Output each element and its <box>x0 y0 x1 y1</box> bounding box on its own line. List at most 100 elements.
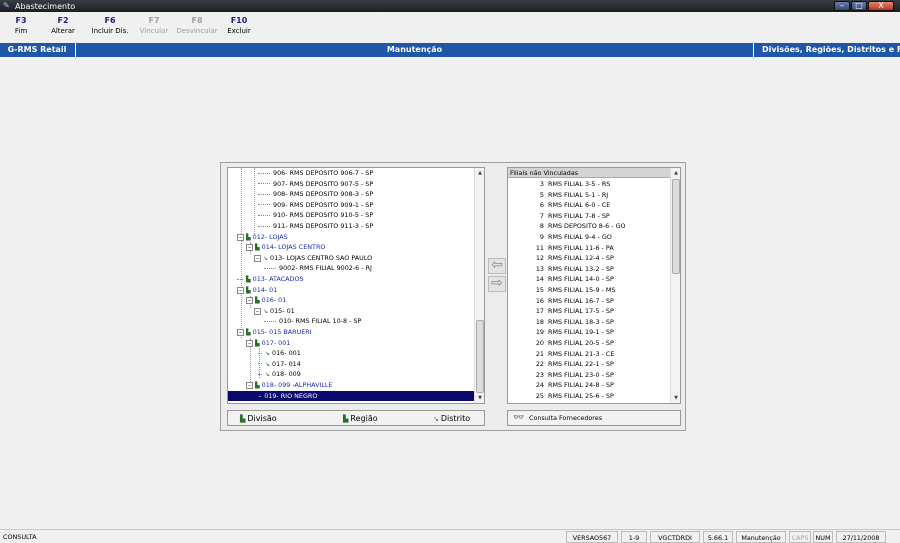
fim-button[interactable]: F3 Fim <box>4 12 38 42</box>
list-item[interactable]: 12 RMS FILIAL 12-4 - SP <box>508 253 614 264</box>
collapse-toggle[interactable]: – <box>246 382 253 389</box>
tree-node-distrito[interactable]: ↘ 018- 009 <box>258 369 301 380</box>
move-left-arrow-icon[interactable]: ⇦ <box>488 258 506 274</box>
list-item-name: RMS FILIAL 21-3 - CE <box>548 349 615 358</box>
legend-distrito: ↘ Distrito <box>433 413 470 425</box>
tree-node-divisao[interactable]: – ▙ 012- LOJAS <box>237 232 288 243</box>
status-version: VERSAO567 <box>566 531 618 543</box>
legend-divisao: ▙ Divisão <box>240 413 277 425</box>
unlinked-branches-list[interactable]: Filiais não Vinculadas 3 RMS FILIAL 3-5 -… <box>507 167 681 404</box>
tree-node[interactable]: 909- RMS DEPOSITO 909-1 - SP <box>258 200 373 211</box>
move-right-arrow-icon[interactable]: ⇨ <box>488 276 506 292</box>
tree-node-distrito[interactable]: ↘ 016- 001 <box>258 348 301 359</box>
tree-node[interactable]: 911- RMS DEPOSITO 911-3 - SP <box>258 221 373 232</box>
list-item[interactable]: 25 RMS FILIAL 25-6 - SP <box>508 391 614 402</box>
collapse-toggle[interactable]: – <box>254 254 261 262</box>
tree-node[interactable]: 906- RMS DEPOSITO 906-7 - SP <box>258 168 373 179</box>
tree-node-label: 017- 014 <box>272 359 301 368</box>
list-item-name: RMS FILIAL 22-1 - SP <box>548 360 614 369</box>
fkey-text: Incluir Dis. <box>91 27 129 35</box>
hierarchy-tree[interactable]: 906- RMS DEPOSITO 906-7 - SP 907- RMS DE… <box>227 167 485 404</box>
collapse-toggle[interactable]: – <box>246 339 253 347</box>
tree-node-label: 017- 001 <box>261 338 291 347</box>
tree-node-label: 019- RIO NEGRO <box>264 391 318 400</box>
list-item[interactable]: 24 RMS FILIAL 24-8 - SP <box>508 380 614 391</box>
tree-node-distrito[interactable]: – ↘ 013- LOJAS CENTRO SAO PAULO <box>254 253 372 264</box>
tree-node-divisao[interactable]: – ▙ 015- 015 BARUERI <box>237 327 312 338</box>
list-item[interactable]: 7 RMS FILIAL 7-8 - SP <box>508 211 610 222</box>
tree-node-divisao[interactable]: – ▙ 014- 01 <box>237 285 277 296</box>
list-item-name: RMS FILIAL 25-6 - SP <box>548 392 614 400</box>
collapse-toggle[interactable]: – <box>246 244 253 252</box>
scroll-up-icon[interactable]: ▲ <box>475 168 484 178</box>
fkey-text: Vincular <box>139 27 169 35</box>
tree-node[interactable]: 9002- RMS FILIAL 9002-6 - RJ <box>264 263 372 274</box>
close-button[interactable]: X <box>868 1 894 11</box>
vincular-button[interactable]: F7 Vincular <box>132 12 176 42</box>
list-item-name: RMS FILIAL 13-2 - SP <box>548 264 614 273</box>
header-divider <box>753 43 754 57</box>
collapse-toggle[interactable]: – <box>237 329 244 336</box>
status-mode: CONSULTA <box>3 533 37 541</box>
list-item[interactable]: 14 RMS FILIAL 14-0 - SP <box>508 274 614 285</box>
tree-node-regiao[interactable]: – ▙ 017- 001 <box>246 338 290 349</box>
legend-divisao-label: Divisão <box>247 414 277 423</box>
list-item[interactable]: 19 RMS FILIAL 19-1 - SP <box>508 327 614 338</box>
list-item[interactable]: 3 RMS FILIAL 3-5 - RS <box>508 179 610 190</box>
collapse-toggle[interactable]: – <box>237 286 244 294</box>
list-item-name: RMS FILIAL 9-4 - GO <box>548 233 612 241</box>
list-scrollbar[interactable]: ▲ ▼ <box>670 168 680 403</box>
tree-node[interactable]: 907- RMS DEPOSITO 907-5 - SP <box>258 179 373 190</box>
scroll-down-icon[interactable]: ▼ <box>475 393 484 403</box>
list-item[interactable]: 20 RMS FILIAL 20-5 - SP <box>508 338 614 349</box>
tree-node-regiao[interactable]: – ▙ 018- 099 -ALPHAVILLE <box>246 380 333 391</box>
tree-node-regiao[interactable]: – ▙ 014- LOJAS CENTRO <box>246 242 325 253</box>
tree-node-regiao[interactable]: – ▙ 016- 01 <box>246 295 286 306</box>
list-item[interactable]: 16 RMS FILIAL 16-7 - SP <box>508 296 614 307</box>
binoculars-icon: 👓 <box>513 413 525 423</box>
scroll-thumb[interactable] <box>672 179 680 274</box>
tree-node-label: 018- 009 <box>272 370 301 379</box>
collapse-toggle[interactable]: – <box>246 297 253 305</box>
minimize-button[interactable]: – <box>834 1 850 11</box>
list-item[interactable]: 15 RMS FILIAL 15-9 - MS <box>508 285 616 296</box>
list-item[interactable]: 18 RMS FILIAL 18-3 - SP <box>508 317 614 328</box>
list-item[interactable]: 6 RMS FILIAL 6-0 - CE <box>508 200 610 211</box>
header-title: Manutenção <box>386 45 443 54</box>
tree-node-divisao[interactable]: ▙ 013- ATACADOS <box>237 274 304 285</box>
tree-node-selected[interactable]: –019- RIO NEGRO <box>228 390 476 402</box>
alterar-button[interactable]: F2 Alterar <box>38 12 88 42</box>
status-bar: CONSULTA VERSAO567 1-9 VGCTDRDI 5.66.1 M… <box>0 529 900 543</box>
collapse-toggle[interactable]: – <box>254 307 261 315</box>
list-item[interactable]: 5 RMS FILIAL 5-1 - RJ <box>508 190 608 201</box>
fkey-label: F10 <box>230 16 248 25</box>
fkey-text: Alterar <box>51 27 75 35</box>
list-item[interactable]: 8 RMS DEPOSITO 8-6 - GO <box>508 221 626 232</box>
tree-node[interactable]: 010- RMS FILIAL 10-8 - SP <box>264 316 361 327</box>
scroll-thumb[interactable] <box>476 320 484 393</box>
list-item[interactable]: 9 RMS FILIAL 9-4 - GO <box>508 232 612 243</box>
list-item[interactable]: 21 RMS FILIAL 21-3 - CE <box>508 349 615 360</box>
tree-scrollbar[interactable]: ▲ ▼ <box>474 168 484 403</box>
incluir-dis-button[interactable]: F6 Incluir Dis. <box>88 12 132 42</box>
list-item[interactable]: 11 RMS FILIAL 11-6 - PA <box>508 243 614 254</box>
scroll-up-icon[interactable]: ▲ <box>671 168 680 178</box>
list-item[interactable]: 23 RMS FILIAL 23-0 - SP <box>508 370 614 381</box>
tree-node[interactable]: 910- RMS DEPOSITO 910-5 - SP <box>258 210 373 221</box>
collapse-toggle[interactable]: – <box>237 233 244 241</box>
excluir-button[interactable]: F10 Excluir <box>218 12 260 42</box>
list-item[interactable]: 17 RMS FILIAL 17-5 - SP <box>508 306 614 317</box>
fkey-label: F8 <box>191 16 203 25</box>
list-item[interactable]: 13 RMS FILIAL 13-2 - SP <box>508 264 614 275</box>
tree-node-distrito[interactable]: – ↘ 015- 01 <box>254 306 295 317</box>
list-item-number: 19 <box>535 328 544 337</box>
list-item[interactable]: 26 RMS FILIAL 26-4 - SP <box>508 402 614 404</box>
list-item[interactable]: 22 RMS FILIAL 22-1 - SP <box>508 359 614 370</box>
tree-node[interactable]: 908- RMS DEPOSITO 908-3 - SP <box>258 189 373 200</box>
maximize-button[interactable]: □ <box>851 1 867 11</box>
scroll-down-icon[interactable]: ▼ <box>671 393 680 403</box>
list-item-number: 11 <box>535 243 544 252</box>
consulta-fornecedores-button[interactable]: 👓 Consulta Fornecedores <box>507 410 681 426</box>
desvincular-button[interactable]: F8 Desvincular <box>176 12 218 42</box>
tree-node-distrito[interactable]: ↘ 017- 014 <box>258 359 301 370</box>
